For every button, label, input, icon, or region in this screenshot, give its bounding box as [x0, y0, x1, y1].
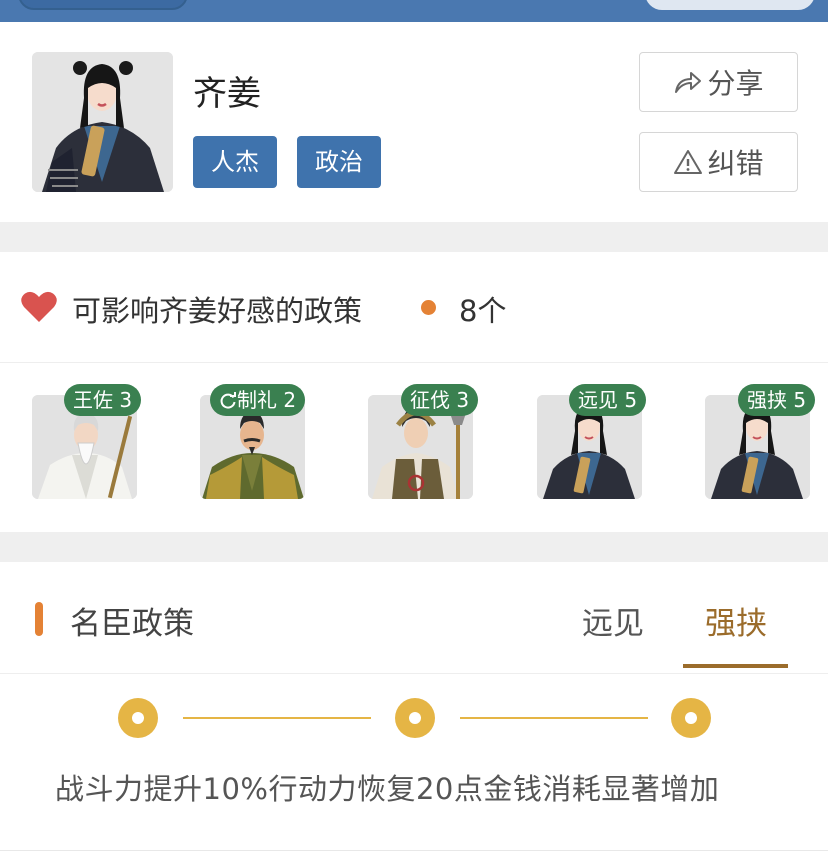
- tab-yuanjian[interactable]: 远见: [582, 598, 644, 643]
- affinity-policy-header: 可影响齐姜好感的政策 8个: [0, 252, 828, 363]
- tag-renjie[interactable]: 人杰: [193, 136, 277, 188]
- section-accent-bar: [35, 602, 43, 636]
- share-label: 分享: [707, 67, 764, 100]
- active-tab-underline: [683, 664, 788, 668]
- hero-avatar: [32, 52, 173, 192]
- count-dot: [421, 300, 436, 315]
- section-divider: [0, 222, 828, 252]
- hero-badge-zhili-label: 制礼 2: [237, 388, 297, 412]
- level-node-1[interactable]: [118, 698, 158, 738]
- share-icon: [675, 72, 702, 93]
- bottom-divider: [0, 850, 828, 851]
- tab-qiangxie[interactable]: 强挟: [705, 598, 767, 643]
- level-node-2[interactable]: [395, 698, 435, 738]
- minister-policy-header: 名臣政策 远见 强挟: [0, 562, 828, 674]
- hero-name: 齐姜: [193, 74, 261, 114]
- top-right-pill-button[interactable]: [645, 0, 815, 10]
- report-error-label: 纠错: [707, 147, 764, 180]
- level-node-3[interactable]: [671, 698, 711, 738]
- policy-count: 8个: [459, 294, 507, 328]
- refresh-icon: [220, 392, 236, 409]
- hero-profile: 齐姜 人杰 政治 分享 纠错: [0, 22, 828, 222]
- report-error-button[interactable]: 纠错: [639, 132, 798, 192]
- section-divider: [0, 532, 828, 562]
- hero-badge-qiangxie: 强挟 5: [738, 384, 816, 416]
- hero-badge-zhili: 制礼 2: [210, 384, 306, 416]
- minister-policy-title: 名臣政策: [70, 606, 194, 642]
- affinity-hero-list: 王佐 3 制礼 2 征伐 3 远见 5 强挟 5: [0, 363, 828, 532]
- hero-badge-wangzuo: 王佐 3: [64, 384, 142, 416]
- share-button[interactable]: 分享: [639, 52, 798, 112]
- heart-icon: [21, 291, 57, 322]
- level-connector: [183, 717, 371, 719]
- affinity-policy-title: 可影响齐姜好感的政策: [72, 294, 363, 328]
- hero-badge-zhengfa: 征伐 3: [401, 384, 479, 416]
- top-bar: [0, 0, 828, 22]
- policy-level-timeline: 战斗力提升10%行动力恢复20点金钱消耗显著增加: [0, 674, 828, 864]
- tag-zhengzhi[interactable]: 政治: [297, 136, 381, 188]
- hero-badge-yuanjian: 远见 5: [569, 384, 647, 416]
- top-left-pill-button[interactable]: [18, 0, 188, 10]
- policy-effect-text: 战斗力提升10%行动力恢复20点金钱消耗显著增加: [55, 772, 720, 806]
- warning-icon: [674, 150, 703, 174]
- level-connector: [460, 717, 648, 719]
